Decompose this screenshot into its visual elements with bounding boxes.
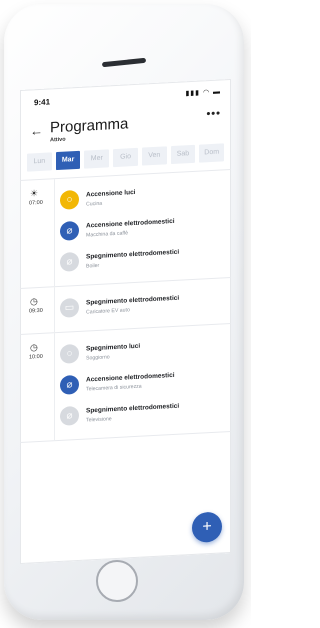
app-screen: 9:41 ▮▮▮ ◠ ▬ ← Programma Attivo ••• Lun M… xyxy=(20,78,231,564)
item-title: Spegnimento luci xyxy=(86,342,141,353)
plug-icon: ⌀ xyxy=(60,220,79,241)
slot-items: ▭ Spegnimento elettrodomestici Caricatore … xyxy=(60,286,231,326)
page-subtitle: Attivo xyxy=(50,136,66,144)
item-title: Spegnimento elettrodomestici xyxy=(86,294,180,307)
item-title: Accensione elettrodomestici xyxy=(86,217,175,230)
plug-icon: ⌀ xyxy=(60,405,79,426)
schedule-item[interactable]: ▭ Spegnimento elettrodomestici Caricatore … xyxy=(60,286,231,326)
device-mockup: 9:41 ▮▮▮ ◠ ▬ ← Programma Attivo ••• Lun M… xyxy=(0,0,251,628)
item-title: Spegnimento elettrodomestici xyxy=(86,248,180,261)
item-subtitle: Macchina da caffè xyxy=(86,230,129,239)
lightbulb-icon: ○ xyxy=(60,189,79,210)
schedule-list: ☀ 07:00 ○ Accensione luci Cucina ⌀ Accensione … xyxy=(20,169,231,443)
item-title: Spegnimento elettrodomestici xyxy=(86,402,180,415)
more-options-icon[interactable]: ••• xyxy=(206,107,221,120)
day-tab-dom[interactable]: Dom xyxy=(199,143,225,163)
item-subtitle: Cucina xyxy=(86,200,103,208)
day-tab-lun[interactable]: Lun xyxy=(27,152,52,172)
car-icon: ▭ xyxy=(60,297,79,318)
slot-time: 09:30 xyxy=(29,307,43,315)
slot-items: ○ Accensione luci Cucina ⌀ Accensione elettr… xyxy=(60,178,231,280)
status-time: 9:41 xyxy=(34,97,51,108)
slot-time: 10:00 xyxy=(29,353,43,361)
slot-items: ○ Spegnimento luci Soggiorno ⌀ Accensione el… xyxy=(60,332,231,434)
day-tab-ven[interactable]: Ven xyxy=(141,146,167,166)
page-title: Programma xyxy=(50,115,129,137)
clock-icon: ◷ xyxy=(30,342,38,353)
item-subtitle: Televisione xyxy=(86,416,112,424)
day-tab-gio[interactable]: Gio xyxy=(113,147,138,168)
day-tab-sab[interactable]: Sab xyxy=(170,144,196,165)
lightbulb-icon: ○ xyxy=(60,343,79,364)
time-slot: ◷ 10:00 ○ Spegnimento luci Soggiorno ⌀ Accensi… xyxy=(20,323,231,443)
day-tab-mer[interactable]: Mer xyxy=(84,149,110,169)
time-column: ◷ 09:30 xyxy=(20,287,55,334)
sunrise-icon: ☀ xyxy=(30,188,39,199)
phone-frame: 9:41 ▮▮▮ ◠ ▬ ← Programma Attivo ••• Lun M… xyxy=(4,4,244,620)
speaker-grille xyxy=(101,57,147,68)
time-slot: ☀ 07:00 ○ Accensione luci Cucina ⌀ Accensione … xyxy=(20,169,231,289)
plug-icon: ⌀ xyxy=(60,251,79,272)
back-arrow-icon[interactable]: ← xyxy=(30,123,43,139)
item-subtitle: Telecamera di sicurezza xyxy=(86,383,142,393)
item-subtitle: Boiler xyxy=(86,262,100,270)
add-button[interactable]: + xyxy=(192,511,222,543)
clock-icon: ◷ xyxy=(30,296,38,307)
plug-icon: ⌀ xyxy=(60,374,79,395)
item-title: Accensione elettrodomestici xyxy=(86,371,175,384)
time-column: ◷ 10:00 xyxy=(20,333,55,442)
signal-wifi-battery-icon: ▮▮▮ ◠ ▬ xyxy=(185,88,221,98)
item-title: Accensione luci xyxy=(86,188,136,199)
item-subtitle: Soggiorno xyxy=(86,354,110,362)
slot-time: 07:00 xyxy=(29,199,43,207)
home-button xyxy=(96,560,138,602)
day-tab-mar[interactable]: Mar xyxy=(55,150,81,171)
time-column: ☀ 07:00 xyxy=(20,179,55,288)
item-subtitle: Caricatore EV auto xyxy=(86,307,130,316)
